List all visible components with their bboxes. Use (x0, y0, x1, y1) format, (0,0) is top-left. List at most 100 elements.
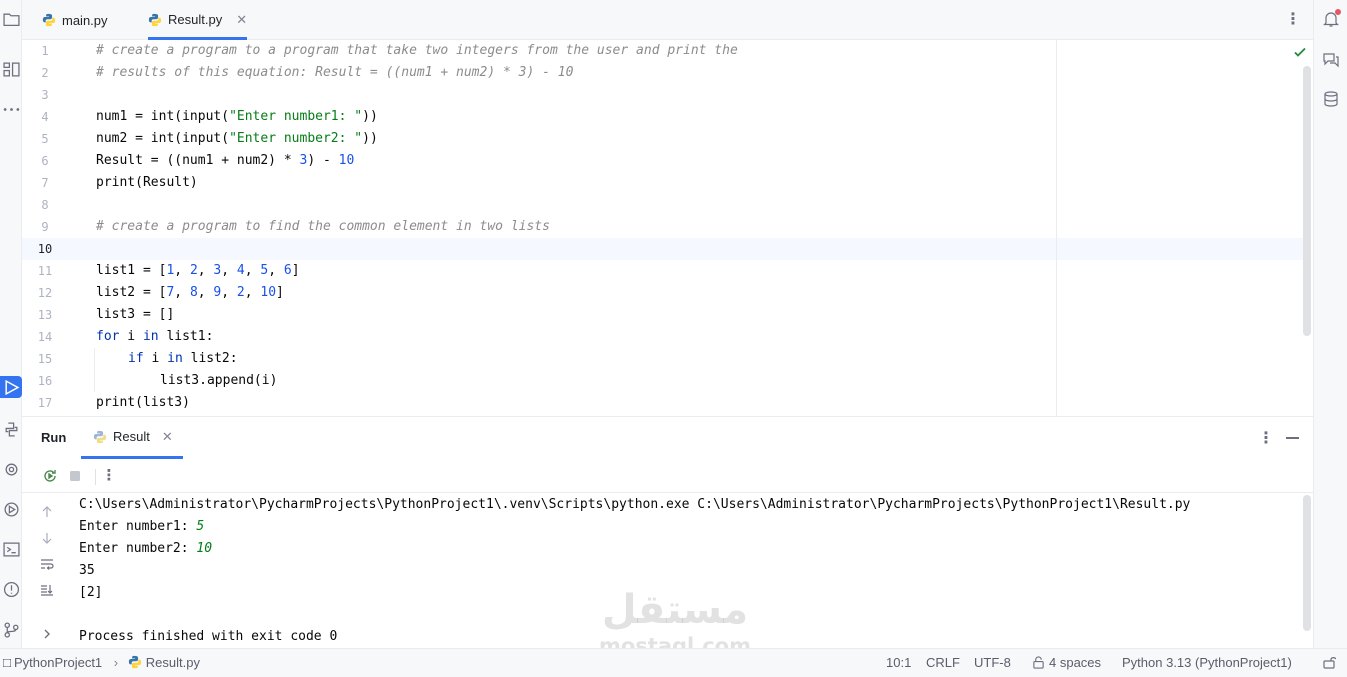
code-number: 2 (236, 285, 245, 300)
run-options-icon[interactable]: ⋮ (1258, 430, 1274, 446)
console-line: Enter number1: 5 (79, 516, 204, 538)
services-icon[interactable] (0, 458, 22, 480)
code-keyword: if (128, 351, 144, 366)
ai-assistant-icon[interactable] (1322, 50, 1340, 68)
run-toolbar: ⋮ (22, 459, 1313, 493)
console-scrollbar[interactable] (1303, 495, 1311, 631)
code-token: ] (291, 263, 300, 278)
console-output: [2] (79, 585, 103, 600)
code-comment: # results of this equation: Result = ((n… (96, 65, 574, 80)
run-tool-icon[interactable] (0, 376, 22, 398)
code-token: num2 = int(input( (96, 131, 230, 146)
arrow-down-icon[interactable] (40, 531, 54, 545)
indent-selector[interactable]: 4 spaces (1032, 655, 1101, 670)
console-user-input: 5 (196, 519, 205, 534)
console-exit-message: Process finished with exit code 0 (79, 629, 338, 644)
interpreter-selector[interactable]: Python 3.13 (PythonProject1) (1122, 655, 1292, 670)
stop-icon[interactable] (67, 468, 83, 484)
code-line: # results of this equation: Result = ((n… (96, 62, 573, 84)
rerun-icon[interactable] (42, 468, 58, 484)
structure-icon[interactable] (0, 58, 22, 80)
problems-icon[interactable] (0, 578, 22, 600)
line-number: 7 (41, 176, 49, 190)
editor-scrollbar[interactable] (1303, 66, 1311, 336)
line-number: 13 (37, 308, 53, 322)
terminal-icon[interactable] (0, 538, 22, 560)
run-tab-result[interactable]: Result ✕ (81, 417, 183, 459)
status-bar: PythonProject1 › Result.py 10:1 CRLF UTF… (0, 648, 1347, 677)
arrow-up-icon[interactable] (40, 505, 54, 519)
left-tool-strip (0, 0, 22, 648)
notifications-icon[interactable] (1322, 9, 1341, 28)
tab-result-py[interactable]: Result.py ✕ (148, 0, 248, 40)
right-margin-guide (1056, 40, 1057, 416)
code-number: 10 (260, 285, 277, 300)
code-line: list3 = [] (96, 304, 174, 326)
code-line: # create a program to a program that tak… (96, 40, 738, 62)
line-number: 3 (41, 88, 49, 102)
breadcrumb-chevron-icon: › (113, 655, 119, 670)
expand-chevron-icon[interactable] (40, 627, 54, 641)
project-folder-icon[interactable] (0, 8, 22, 30)
line-number: 12 (37, 286, 53, 300)
code-token: Result = ((num1 + num2) * (96, 153, 300, 168)
console-prompt: Enter number2: (79, 541, 197, 556)
scroll-to-end-icon[interactable] (40, 583, 54, 597)
code-line: list3.append(i) (160, 370, 277, 392)
code-line: if i in list2: (128, 348, 238, 370)
code-token: ] (276, 285, 284, 300)
database-icon[interactable] (1322, 90, 1340, 108)
soft-wrap-icon[interactable] (40, 557, 54, 571)
close-tab-icon[interactable]: ✕ (236, 12, 247, 28)
run-panel-title: Run (41, 430, 67, 445)
code-number: 2 (189, 263, 198, 278)
close-run-tab-icon[interactable]: ✕ (162, 429, 173, 445)
right-tool-strip (1313, 0, 1347, 648)
indent-guide (94, 348, 95, 392)
code-token: list2 = [ (96, 285, 167, 300)
breadcrumb-project[interactable]: PythonProject1 (14, 655, 102, 670)
python-packages-icon[interactable] (0, 418, 22, 440)
console-output: 35 (79, 563, 95, 578)
run-tool-window: Run Result ✕ ⋮ ⋮ C:\Users\Administrator\… (22, 416, 1313, 648)
indent-label: 4 spaces (1049, 655, 1102, 670)
caret-position[interactable]: 10:1 (886, 655, 911, 670)
code-editor[interactable]: 1 2 3 4 5 6 7 8 9 10 11 12 13 14 15 16 1… (22, 40, 1313, 416)
line-number: 10 (37, 242, 53, 256)
debug-services-icon[interactable] (0, 498, 22, 520)
code-line: list1 = [1, 2, 3, 4, 5, 6] (96, 263, 300, 278)
more-actions-icon[interactable]: ⋮ (101, 467, 117, 483)
code-token: ) - (307, 153, 339, 168)
line-number: 1 (41, 44, 49, 58)
lock-open-icon (1033, 656, 1044, 669)
code-line: # create a program to find the common el… (96, 216, 550, 238)
editor-tab-bar: main.py Result.py ✕ ⋮ (22, 0, 1313, 40)
encoding-selector[interactable]: UTF-8 (974, 655, 1011, 670)
line-number: 4 (41, 110, 49, 124)
read-only-lock-icon[interactable] (1322, 655, 1337, 672)
python-run-icon (93, 430, 107, 443)
line-number: 14 (37, 330, 53, 344)
code-token: list3 = [] (96, 307, 175, 322)
code-number: 1 (166, 263, 175, 278)
git-icon[interactable] (0, 618, 22, 640)
code-token: print(list3) (96, 395, 190, 410)
notification-badge (1335, 9, 1341, 15)
code-token: print(Result) (96, 175, 198, 190)
python-file-icon (148, 13, 162, 26)
breadcrumb-file[interactable]: Result.py (146, 655, 200, 670)
tab-main-py[interactable]: main.py (42, 0, 108, 40)
toolbar-separator (95, 469, 96, 485)
code-comment: # create a program to find the common el… (96, 219, 550, 234)
more-tools-icon[interactable] (0, 98, 22, 120)
console-line: Enter number2: 10 (79, 538, 212, 560)
no-problems-check-icon[interactable] (1292, 44, 1308, 60)
minimize-icon[interactable] (1286, 437, 1299, 439)
python-file-icon (128, 655, 141, 669)
code-number: 7 (166, 285, 175, 300)
line-ending-selector[interactable]: CRLF (926, 655, 960, 670)
code-number: 6 (283, 263, 292, 278)
tab-label: main.py (62, 12, 108, 28)
console-user-input: 10 (196, 541, 213, 556)
tab-options-icon[interactable]: ⋮ (1285, 11, 1301, 27)
